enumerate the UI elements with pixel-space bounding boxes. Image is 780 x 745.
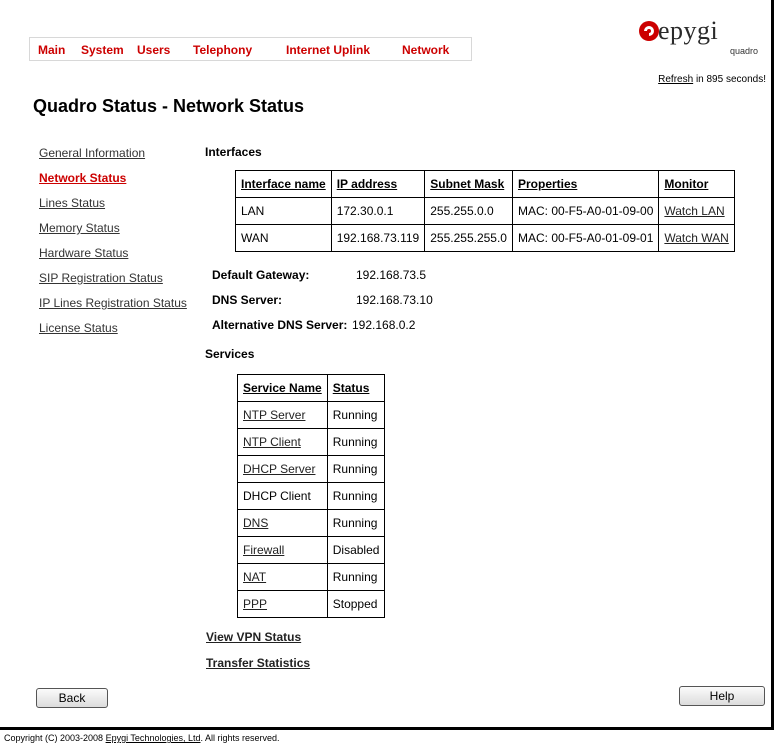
service-name: DHCP Client <box>237 482 328 510</box>
properties: MAC: 00-F5-A0-01-09-00 <box>511 197 660 225</box>
column-header: Subnet Mask <box>424 170 513 198</box>
menu-main[interactable]: Main <box>38 43 65 57</box>
monitor-cell: Watch LAN <box>658 197 735 225</box>
services-table: Service Name Status NTP Server Running N… <box>237 374 386 618</box>
menu-network[interactable]: Network <box>402 43 449 57</box>
interfaces-table: Interface name IP address Subnet Mask Pr… <box>235 170 735 252</box>
table-row: DNS Running <box>237 509 386 537</box>
refresh-link[interactable]: Refresh <box>658 74 693 85</box>
logo-subtitle: quadro <box>729 46 758 56</box>
table-row: Firewall Disabled <box>237 536 386 564</box>
service-dhcp-server-link[interactable]: DHCP Server <box>243 462 315 476</box>
table-row: DHCP Client Running <box>237 482 386 510</box>
service-dns-link[interactable]: DNS <box>243 516 268 530</box>
service-ntp-server-link[interactable]: NTP Server <box>243 408 305 422</box>
interface-name: WAN <box>235 224 332 252</box>
back-button[interactable]: Back <box>36 688 108 708</box>
table-row: NTP Server Running <box>237 401 386 429</box>
ip-address: 172.30.0.1 <box>330 197 426 225</box>
sidebar-item-ip-lines-registration-status[interactable]: IP Lines Registration Status <box>39 296 187 310</box>
service-status: Running <box>326 482 386 510</box>
sidebar-item-hardware-status[interactable]: Hardware Status <box>39 246 128 260</box>
service-status: Stopped <box>326 590 386 618</box>
menu-internet-uplink[interactable]: Internet Uplink <box>286 43 370 57</box>
sidebar-item-sip-registration-status[interactable]: SIP Registration Status <box>39 271 163 285</box>
service-status: Running <box>326 509 386 537</box>
default-gateway-label: Default Gateway: <box>212 268 310 282</box>
subnet-mask: 255.255.0.0 <box>424 197 513 225</box>
interfaces-title: Interfaces <box>205 145 262 159</box>
copyright-prefix: Copyright (C) 2003-2008 <box>4 733 104 743</box>
service-ppp-link[interactable]: PPP <box>243 597 267 611</box>
table-row: NAT Running <box>237 563 386 591</box>
alt-dns-server-value: 192.168.0.2 <box>352 318 416 332</box>
transfer-statistics-link[interactable]: Transfer Statistics <box>206 656 310 670</box>
service-firewall-link[interactable]: Firewall <box>243 543 284 557</box>
table-row: WAN 192.168.73.119 255.255.255.0 MAC: 00… <box>235 224 735 252</box>
copyright-suffix: . All rights reserved. <box>200 733 280 743</box>
service-ntp-client-link[interactable]: NTP Client <box>243 435 301 449</box>
service-name-cell: DNS <box>237 509 328 537</box>
table-row: PPP Stopped <box>237 590 386 618</box>
service-name-cell: NTP Server <box>237 401 328 429</box>
service-name-cell: PPP <box>237 590 328 618</box>
interface-name: LAN <box>235 197 332 225</box>
service-name-cell: Firewall <box>237 536 328 564</box>
watch-lan-link[interactable]: Watch LAN <box>664 204 724 218</box>
sidebar-item-license-status[interactable]: License Status <box>39 321 118 335</box>
service-name-cell: NAT <box>237 563 328 591</box>
menu-telephony[interactable]: Telephony <box>193 43 252 57</box>
properties: MAC: 00-F5-A0-01-09-01 <box>511 224 660 252</box>
monitor-cell: Watch WAN <box>658 224 735 252</box>
sidebar-item-lines-status[interactable]: Lines Status <box>39 196 105 210</box>
epygi-logo: epygi quadro <box>638 16 758 62</box>
refresh-countdown: in 895 seconds! <box>695 74 766 85</box>
service-status: Running <box>326 401 386 429</box>
table-row: NTP Client Running <box>237 428 386 456</box>
menu-users[interactable]: Users <box>137 43 170 57</box>
table-header-row: Service Name Status <box>237 374 386 402</box>
logo-mark-icon <box>639 21 659 41</box>
table-row: DHCP Server Running <box>237 455 386 483</box>
column-header: Properties <box>511 170 660 198</box>
services-title: Services <box>205 347 255 361</box>
sidebar-item-network-status[interactable]: Network Status <box>39 171 126 185</box>
column-header: Monitor <box>658 170 735 198</box>
column-header: IP address <box>330 170 426 198</box>
service-name-cell: DHCP Server <box>237 455 328 483</box>
service-name-cell: NTP Client <box>237 428 328 456</box>
view-vpn-status-link[interactable]: View VPN Status <box>206 630 301 644</box>
watch-wan-link[interactable]: Watch WAN <box>664 231 728 245</box>
subnet-mask: 255.255.255.0 <box>424 224 513 252</box>
refresh-info: Refresh in 895 seconds! <box>658 74 766 85</box>
column-header: Status <box>326 374 386 402</box>
menu-system[interactable]: System <box>81 43 124 57</box>
dns-server-label: DNS Server: <box>212 293 283 307</box>
column-header: Interface name <box>235 170 332 198</box>
table-header-row: Interface name IP address Subnet Mask Pr… <box>235 170 735 198</box>
logo-word: epygi <box>658 16 719 45</box>
default-gateway-value: 192.168.73.5 <box>356 268 427 282</box>
column-header: Service Name <box>237 374 328 402</box>
sidebar-item-memory-status[interactable]: Memory Status <box>39 221 120 235</box>
service-status: Running <box>326 563 386 591</box>
service-nat-link[interactable]: NAT <box>243 570 266 584</box>
service-status: Disabled <box>326 536 386 564</box>
service-status: Running <box>326 455 386 483</box>
ip-address: 192.168.73.119 <box>330 224 426 252</box>
page-title: Quadro Status - Network Status <box>33 96 305 116</box>
alt-dns-server-label: Alternative DNS Server: <box>212 318 348 332</box>
copyright: Copyright (C) 2003-2008 Epygi Technologi… <box>4 733 280 743</box>
sidebar-item-general-information[interactable]: General Information <box>39 146 145 160</box>
top-menu: Main System Users Telephony Internet Upl… <box>29 37 472 61</box>
help-button[interactable]: Help <box>679 686 765 706</box>
table-row: LAN 172.30.0.1 255.255.0.0 MAC: 00-F5-A0… <box>235 197 735 225</box>
service-status: Running <box>326 428 386 456</box>
epygi-company-link[interactable]: Epygi Technologies, Ltd <box>106 733 201 743</box>
dns-server-value: 192.168.73.10 <box>356 293 433 307</box>
